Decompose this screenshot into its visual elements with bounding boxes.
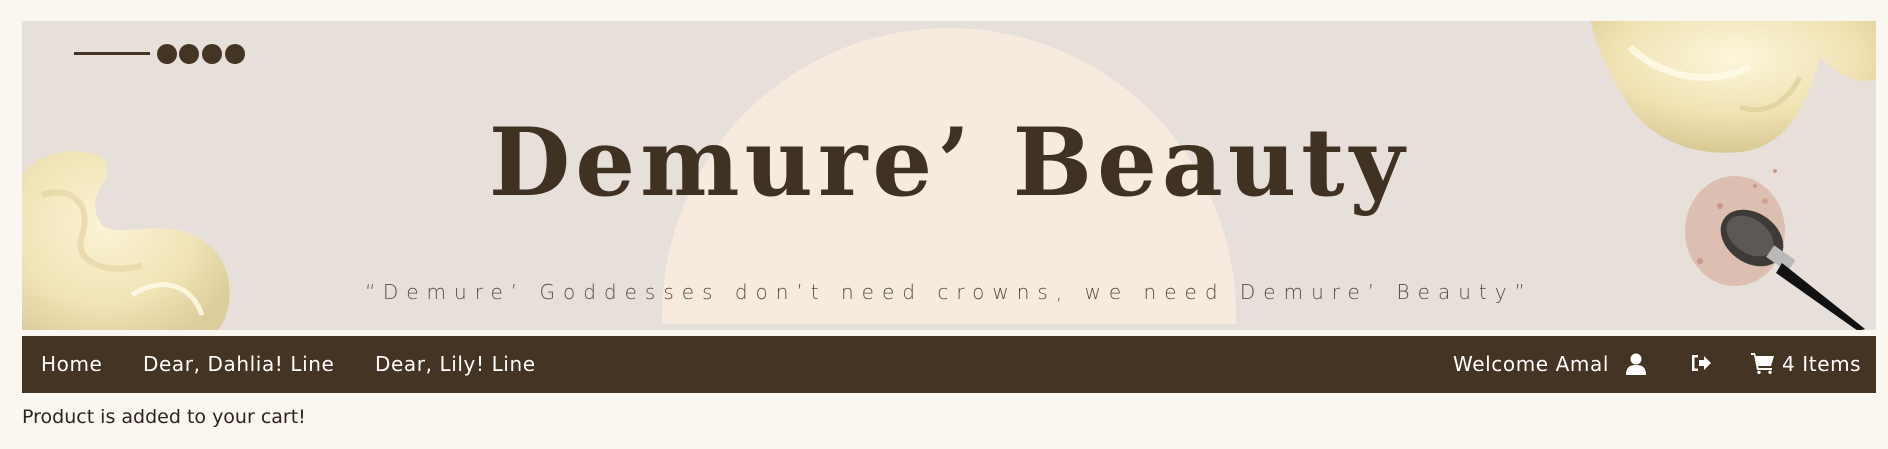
logout-icon: [1692, 354, 1711, 371]
site-tagline: “Demure’ Goddesses don’t need crowns, we…: [365, 280, 1533, 304]
nav-lily-line-link[interactable]: Dear, Lily! Line: [375, 336, 536, 393]
welcome-label: Welcome Amal: [1453, 352, 1610, 376]
user-icon: [1626, 353, 1646, 375]
decorative-dot: [225, 44, 245, 64]
decorative-dot: [202, 44, 222, 64]
decorative-dot: [157, 44, 177, 64]
nav-home-link[interactable]: Home: [41, 336, 102, 393]
main-navbar: Home Dear, Dahlia! Line Dear, Lily! Line…: [22, 336, 1876, 393]
cart-confirmation-message: Product is added to your cart!: [22, 406, 306, 428]
welcome-user[interactable]: Welcome Amal: [1453, 336, 1646, 393]
cart-icon: [1751, 353, 1774, 374]
nav-dahlia-line-link[interactable]: Dear, Dahlia! Line: [143, 336, 334, 393]
decorative-line: [74, 52, 150, 55]
header-banner: Demure’ Beauty “Demure’ Goddesses don’t …: [22, 21, 1876, 330]
site-title: Demure’ Beauty: [488, 108, 1410, 218]
decorative-dot: [179, 44, 199, 64]
logout-button[interactable]: [1690, 336, 1712, 393]
cart-count-label: 4 Items: [1781, 352, 1862, 376]
cart-button[interactable]: 4 Items: [1751, 336, 1861, 393]
